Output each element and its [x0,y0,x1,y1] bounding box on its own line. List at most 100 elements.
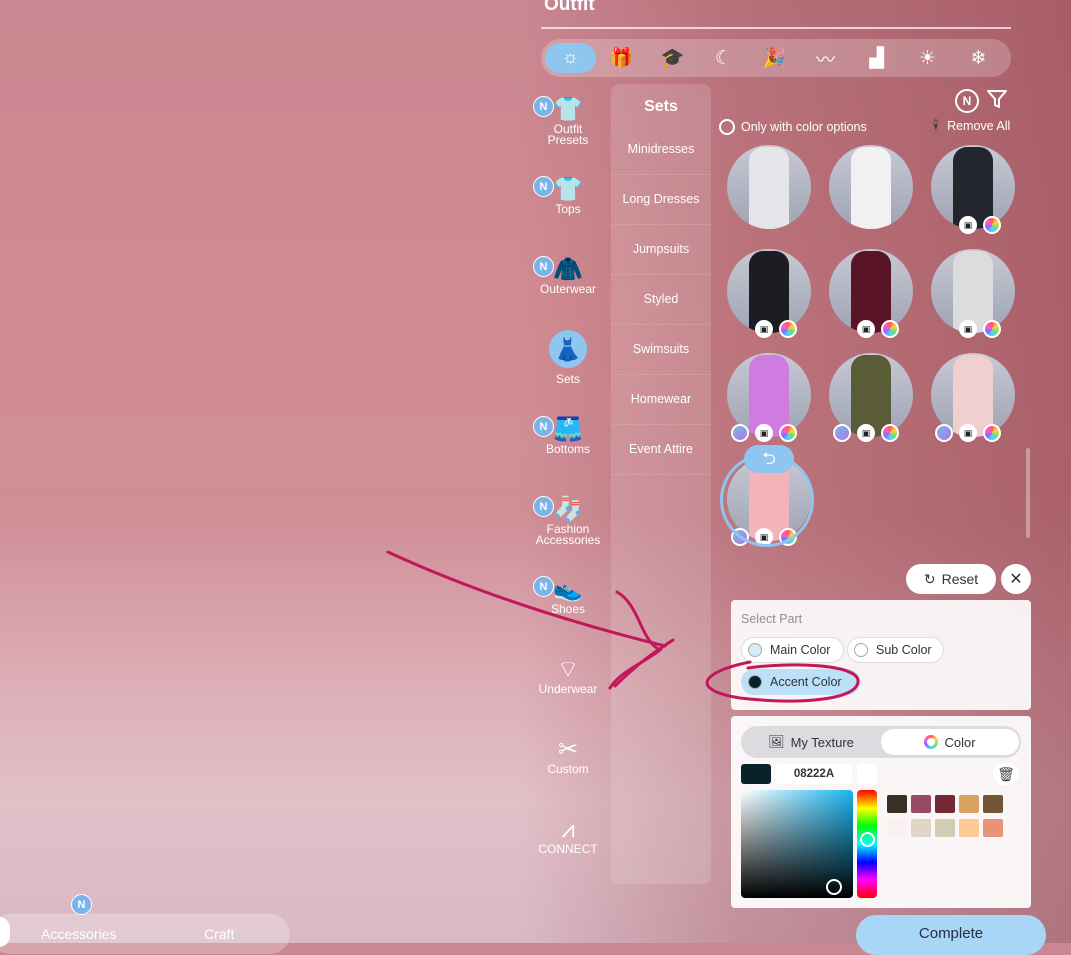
hex-input[interactable]: 08222A [776,764,852,784]
new-badge: N [533,576,554,597]
close-button[interactable]: ✕ [1001,564,1031,594]
remove-all-button[interactable]: 🕴 Remove All [928,119,1010,134]
hue-slider-handle[interactable] [860,832,875,847]
complete-button[interactable]: Complete [856,915,1046,955]
color-wheel-badge-icon [983,216,1001,234]
palette-swatch[interactable] [983,819,1003,837]
sun-moon-icon: ☼ [561,47,580,68]
new-filter-icon[interactable]: N [955,89,979,113]
sidebar-item-label: Presets [547,133,589,147]
multipart-badge-icon [833,424,851,442]
sidebar-item-sets[interactable]: 👗 Sets [533,330,603,385]
sidebar-item-label: Underwear [538,682,598,696]
new-badge: N [71,894,92,915]
palette-swatch[interactable] [959,819,979,837]
outfit-item[interactable] [931,145,1015,229]
new-badge: N [533,496,554,517]
tab-accessories[interactable]: Accessories [41,926,116,942]
palette-swatch[interactable] [983,795,1003,813]
tab-sleep-moon[interactable]: ☾ [698,43,749,73]
part-main-color-button[interactable]: Main Color [741,637,844,663]
subcategory-styled[interactable]: Styled [611,275,711,325]
person-icon: 🕴 [928,119,944,133]
color-options-checkbox[interactable]: Only with color options [719,119,867,135]
palette-swatch[interactable] [887,795,907,813]
graduation-cap-icon: 🎓 [660,48,685,69]
sidebar-item-label: Bottoms [545,442,590,456]
palette-swatch[interactable] [935,795,955,813]
underwear-icon: ⌔ [556,656,580,683]
new-badge: N [533,256,554,277]
outfit-item[interactable] [829,145,913,229]
tab-color[interactable]: Color [881,729,1019,755]
outfit-thumbnail [749,147,789,229]
tab-party-popper[interactable]: 🎉 [749,43,800,73]
outfit-item[interactable] [727,249,811,333]
color-wheel-badge-icon [779,320,797,338]
tab-factory[interactable]: ▟ [851,43,902,73]
sv-picker-handle[interactable] [826,879,842,895]
palette-swatch[interactable] [911,795,931,813]
texture-badge-icon: ▣ [857,424,875,442]
subcategory-jumpsuits[interactable]: Jumpsuits [611,225,711,275]
sidebar-item-connect[interactable]: ⩘ CONNECT [533,816,603,855]
tab-gift[interactable]: 🎁 [596,43,647,73]
tab-snowflake[interactable]: ❄ [953,43,1004,73]
sidebar-item-label: Accessories [535,533,601,547]
tab-swimming[interactable]: 〰 [800,43,851,73]
palette-swatch[interactable] [959,795,979,813]
part-accent-color-button[interactable]: Accent Color [741,669,860,695]
color-wheel-badge-icon [779,424,797,442]
remove-all-label: Remove All [947,119,1011,133]
subcategory-event-attire[interactable]: Event Attire [611,425,711,475]
texture-icon: 🖼 [768,734,785,749]
new-badge: N [533,96,554,117]
palette-swatch[interactable] [911,819,931,837]
subcategory-homewear[interactable]: Homewear [611,375,711,425]
swimming-icon: 〰 [815,49,835,71]
sidebar-item-custom[interactable]: ✂ Custom [533,736,603,775]
sleep-moon-icon: ☾ [714,47,733,69]
sidebar-item-underwear[interactable]: ⌔ Underwear [533,656,603,695]
radio-icon [719,119,735,135]
reset-button[interactable]: ↻ Reset [906,564,996,594]
part-label: Accent Color [770,675,842,689]
select-part-label: Select Part [741,612,803,626]
color-wheel-badge-icon [983,424,1001,442]
palette-swatch[interactable] [887,819,907,837]
trash-icon[interactable]: 🗑 [993,763,1019,785]
outfit-item[interactable] [727,145,811,229]
color-wheel-badge-icon [983,320,1001,338]
color-wheel-badge-icon [881,424,899,442]
color-dot [748,643,762,657]
sun-icon: ☀ [918,47,937,69]
filter-funnel-icon[interactable] [986,88,1008,116]
reset-icon: ↻ [923,570,936,587]
part-sub-color-button[interactable]: Sub Color [847,637,944,663]
palette-swatch[interactable] [935,819,955,837]
tab-sun[interactable]: ☀ [902,43,953,73]
secondary-swatch[interactable] [857,764,877,784]
tab-sun-moon[interactable]: ☼ [545,43,596,73]
outfit-item[interactable] [829,249,913,333]
part-label: Main Color [770,643,831,657]
tab-graduation-cap[interactable]: 🎓 [647,43,698,73]
color-dot [748,675,762,689]
scissors-icon: ✂ [557,736,579,763]
color-wheel-icon [924,735,939,749]
tab-my-texture[interactable]: 🖼 My Texture [744,729,878,755]
tab-craft[interactable]: Craft [204,926,234,942]
multipart-badge-icon [935,424,953,442]
connect-logo-icon: ⩘ [561,816,575,843]
color-tab-label: Color [944,734,976,750]
subcategory-swimsuits[interactable]: Swimsuits [611,325,711,375]
grid-scrollbar[interactable] [1026,448,1030,538]
page-title: Outfit [544,0,595,15]
subcategory-minidresses[interactable]: Minidresses [611,125,711,175]
texture-badge-icon: ▣ [959,216,977,234]
undo-button[interactable]: ⮌ [744,445,794,473]
outfit-item[interactable] [931,249,1015,333]
subcategory-long-dresses[interactable]: Long Dresses [611,175,711,225]
sidebar-item-label: Custom [547,762,589,776]
part-label: Sub Color [876,643,932,657]
